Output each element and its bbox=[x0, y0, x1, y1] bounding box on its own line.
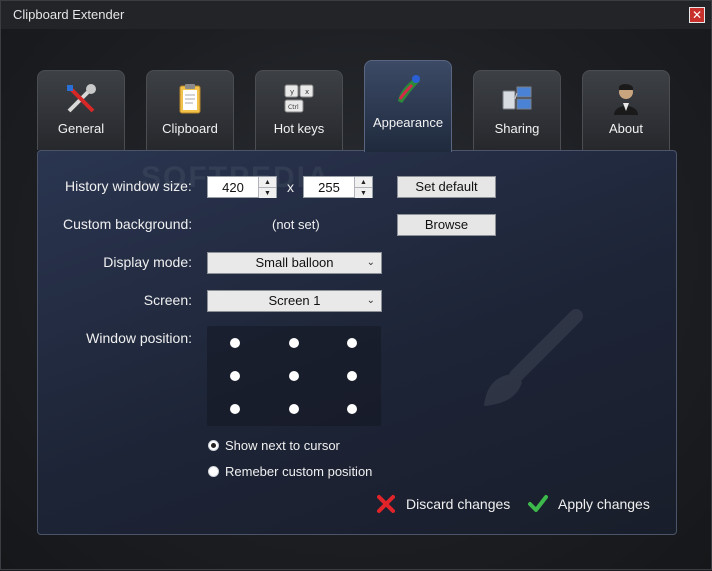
history-size-label: History window size: bbox=[65, 178, 192, 194]
checkmark-icon bbox=[527, 494, 549, 519]
stepper-up-icon[interactable]: ▲ bbox=[355, 177, 372, 187]
show-next-to-cursor-label: Show next to cursor bbox=[225, 438, 340, 453]
stepper-arrows: ▲ ▼ bbox=[354, 177, 372, 198]
chevron-down-icon: ⌄ bbox=[366, 295, 375, 306]
history-width-stepper[interactable]: 420 ▲ ▼ bbox=[207, 176, 277, 198]
position-bottom-center[interactable] bbox=[289, 404, 299, 414]
history-height-stepper[interactable]: 255 ▲ ▼ bbox=[303, 176, 373, 198]
display-mode-value: Small balloon bbox=[255, 255, 334, 270]
stepper-arrows: ▲ ▼ bbox=[258, 177, 276, 198]
stepper-down-icon[interactable]: ▼ bbox=[355, 187, 372, 198]
chevron-down-icon: ⌄ bbox=[366, 257, 375, 268]
window-position-grid bbox=[207, 326, 381, 426]
custom-background-value: (not set) bbox=[272, 217, 320, 232]
brush-decoration-icon bbox=[456, 306, 586, 421]
stepper-up-icon[interactable]: ▲ bbox=[259, 177, 276, 187]
position-bottom-left[interactable] bbox=[230, 404, 240, 414]
set-default-button[interactable]: Set default bbox=[397, 176, 496, 198]
window-position-label: Window position: bbox=[86, 330, 192, 346]
position-top-right[interactable] bbox=[347, 338, 357, 348]
discard-x-icon bbox=[376, 494, 396, 519]
remember-position-radio[interactable] bbox=[208, 466, 219, 477]
screen-label: Screen: bbox=[143, 292, 192, 308]
history-height-value: 255 bbox=[318, 180, 340, 195]
custom-background-label: Custom background: bbox=[63, 216, 193, 232]
browse-button[interactable]: Browse bbox=[397, 214, 496, 236]
position-top-left[interactable] bbox=[230, 338, 240, 348]
discard-changes-label: Discard changes bbox=[406, 496, 511, 512]
app-window: Clipboard Extender ✕ General Clipboard y… bbox=[0, 0, 712, 570]
position-middle-center[interactable] bbox=[289, 371, 299, 381]
remember-position-label: Remeber custom position bbox=[225, 464, 373, 479]
apply-changes-label: Apply changes bbox=[558, 496, 650, 512]
display-mode-label: Display mode: bbox=[103, 254, 192, 270]
show-next-to-cursor-radio[interactable] bbox=[208, 440, 219, 451]
history-width-value: 420 bbox=[222, 180, 244, 195]
position-middle-right[interactable] bbox=[347, 371, 357, 381]
position-bottom-right[interactable] bbox=[347, 404, 357, 414]
screen-value: Screen 1 bbox=[268, 293, 321, 308]
times-symbol: x bbox=[287, 179, 294, 195]
position-top-center[interactable] bbox=[289, 338, 299, 348]
position-middle-left[interactable] bbox=[230, 371, 240, 381]
stepper-down-icon[interactable]: ▼ bbox=[259, 187, 276, 198]
display-mode-select[interactable]: Small balloon ⌄ bbox=[207, 252, 382, 274]
screen-select[interactable]: Screen 1 ⌄ bbox=[207, 290, 382, 312]
